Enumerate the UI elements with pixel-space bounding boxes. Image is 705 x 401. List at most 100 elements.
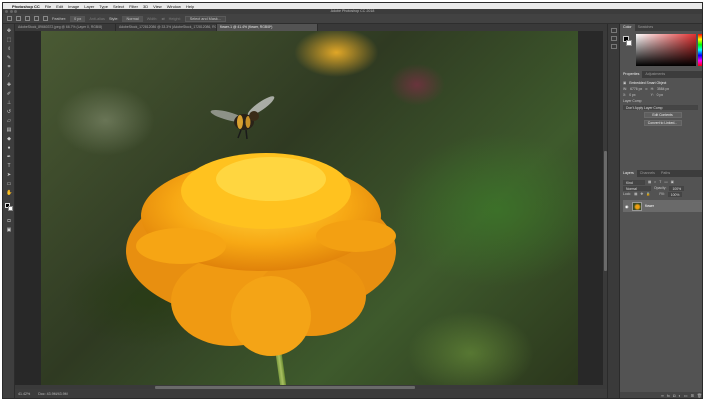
clone-stamp-tool-icon[interactable]: ⊥ (6, 100, 12, 106)
filter-type-icon[interactable]: T (659, 180, 661, 184)
add-mask-icon[interactable]: ◘ (673, 393, 675, 398)
blend-mode-select[interactable]: Normal (623, 185, 651, 191)
brush-tool-icon[interactable]: ✐ (6, 91, 12, 97)
filter-pixel-icon[interactable]: ▦ (648, 180, 651, 184)
trash-icon[interactable]: 🗑 (697, 393, 702, 398)
eraser-tool-icon[interactable]: ▱ (6, 118, 12, 124)
menu-select[interactable]: Select (113, 4, 124, 9)
brush-panel-icon[interactable] (611, 36, 617, 41)
layer-name[interactable]: flower (645, 204, 654, 208)
menu-edit[interactable]: Edit (56, 4, 63, 9)
menu-help[interactable]: Help (186, 4, 194, 9)
minimize-window-button[interactable] (9, 10, 13, 13)
new-group-icon[interactable]: ▭ (684, 393, 688, 398)
swap-icon[interactable]: ⇄ (161, 16, 164, 21)
filter-smart-icon[interactable]: ▣ (671, 180, 674, 184)
properties-panel-tabs: Properties Adjustments (620, 71, 702, 78)
quick-mask-icon[interactable]: ◘ (6, 218, 12, 224)
kind-filter-select[interactable]: Kind (623, 179, 645, 185)
dodge-tool-icon[interactable]: ● (6, 145, 12, 151)
tab-paths[interactable]: Paths (658, 170, 673, 177)
marquee-tool-icon[interactable] (7, 16, 12, 21)
menu-app-name[interactable]: Photoshop CC (12, 4, 40, 9)
select-and-mask-button[interactable]: Select and Mask... (184, 15, 226, 22)
tab-color[interactable]: Color (620, 24, 635, 31)
character-panel-icon[interactable] (611, 44, 617, 49)
zoom-level[interactable]: 41.42% (18, 392, 30, 396)
hand-tool-icon[interactable]: ✋ (6, 190, 12, 196)
new-selection-icon[interactable] (16, 16, 21, 21)
link-icon[interactable]: ∞ (645, 87, 647, 91)
layer-row[interactable]: ◉ flower (623, 200, 702, 212)
background-color-swatch[interactable] (8, 206, 13, 211)
new-layer-icon[interactable]: ⊞ (691, 393, 694, 398)
tab-swatches[interactable]: Swatches (635, 24, 657, 31)
path-select-tool-icon[interactable]: ➤ (6, 172, 12, 178)
marquee-tool-icon[interactable]: ⬚ (6, 37, 12, 43)
h-value[interactable]: 3584 px (657, 87, 669, 91)
tab-properties[interactable]: Properties (620, 71, 643, 78)
opacity-input[interactable]: 100% (669, 185, 685, 191)
tab-document-2[interactable]: AdobeStock_172812086 @ 33.3% (AdobeStock… (116, 24, 217, 31)
tab-document-1[interactable]: AdobeStock_89660372.jpeg @ 66.7% (Layer … (15, 24, 116, 31)
document-image[interactable] (41, 31, 578, 389)
antialias-checkbox[interactable]: Anti-alias (89, 17, 105, 21)
filter-adjust-icon[interactable]: ◐ (654, 180, 656, 184)
menu-image[interactable]: Image (68, 4, 79, 9)
lock-all-icon[interactable]: 🔒 (646, 192, 650, 196)
tab-adjustments[interactable]: Adjustments (642, 71, 668, 78)
layer-style-icon[interactable]: fx (667, 393, 670, 398)
pen-tool-icon[interactable]: ✒ (6, 154, 12, 160)
menu-3d[interactable]: 3D (143, 4, 148, 9)
menu-view[interactable]: View (153, 4, 162, 9)
visibility-eye-icon[interactable]: ◉ (625, 204, 629, 209)
lock-pixels-icon[interactable]: ▦ (634, 192, 637, 196)
fill-input[interactable]: 100% (667, 191, 683, 197)
close-window-button[interactable] (5, 10, 8, 13)
lock-position-icon[interactable]: ✥ (640, 192, 643, 196)
intersect-selection-icon[interactable] (43, 16, 48, 21)
w-value[interactable]: 6776 px (630, 87, 642, 91)
link-layers-icon[interactable]: ∞ (661, 393, 664, 398)
blur-tool-icon[interactable]: ◆ (6, 136, 12, 142)
tab-layers[interactable]: Layers (620, 170, 637, 177)
screen-mode-icon[interactable]: ▣ (6, 227, 12, 233)
shape-tool-icon[interactable]: ▭ (6, 181, 12, 187)
y-value[interactable]: 0 px (657, 93, 663, 97)
zoom-window-button[interactable] (14, 10, 17, 13)
add-selection-icon[interactable] (25, 16, 30, 21)
tab-document-3[interactable]: flower-1 @ 41.4% (flower, RGB/8*) (217, 24, 318, 31)
style-select[interactable]: Normal (122, 15, 143, 22)
history-brush-tool-icon[interactable]: ↺ (6, 109, 12, 115)
layer-comp-select[interactable]: Don't Apply Layer Comp (623, 104, 698, 110)
adjustment-layer-icon[interactable]: ◐ (678, 393, 680, 398)
eyedropper-tool-icon[interactable]: ⁄ (6, 73, 12, 79)
menu-layer[interactable]: Layer (84, 4, 94, 9)
edit-contents-button[interactable]: Edit Contents (643, 112, 682, 118)
x-value[interactable]: 0 px (629, 93, 635, 97)
color-background-swatch[interactable] (626, 40, 632, 46)
layer-thumbnail[interactable] (632, 201, 642, 211)
healing-brush-tool-icon[interactable]: ✚ (6, 82, 12, 88)
document-canvas-area[interactable] (15, 31, 607, 389)
w-label: W: (623, 87, 628, 91)
move-tool-icon[interactable]: ✥ (6, 28, 12, 34)
menu-file[interactable]: File (45, 4, 51, 9)
document-size[interactable]: Doc: 43.9M/43.9M (38, 392, 67, 396)
quick-select-tool-icon[interactable]: ✎ (6, 55, 12, 61)
filter-shape-icon[interactable]: ▭ (664, 180, 667, 184)
menu-filter[interactable]: Filter (129, 4, 138, 9)
convert-to-linked-button[interactable]: Convert to Linked... (643, 120, 682, 126)
hue-slider[interactable] (698, 34, 702, 66)
menu-type[interactable]: Type (99, 4, 108, 9)
color-field[interactable] (636, 34, 696, 66)
history-panel-icon[interactable] (611, 28, 617, 33)
lasso-tool-icon[interactable]: ℓ (6, 46, 12, 52)
gradient-tool-icon[interactable]: ▤ (6, 127, 12, 133)
menu-window[interactable]: Window (167, 4, 181, 9)
feather-input[interactable]: 0 px (70, 15, 86, 22)
type-tool-icon[interactable]: T (6, 163, 12, 169)
crop-tool-icon[interactable]: ⌗ (6, 64, 12, 70)
tab-channels[interactable]: Channels (637, 170, 658, 177)
subtract-selection-icon[interactable] (34, 16, 39, 21)
